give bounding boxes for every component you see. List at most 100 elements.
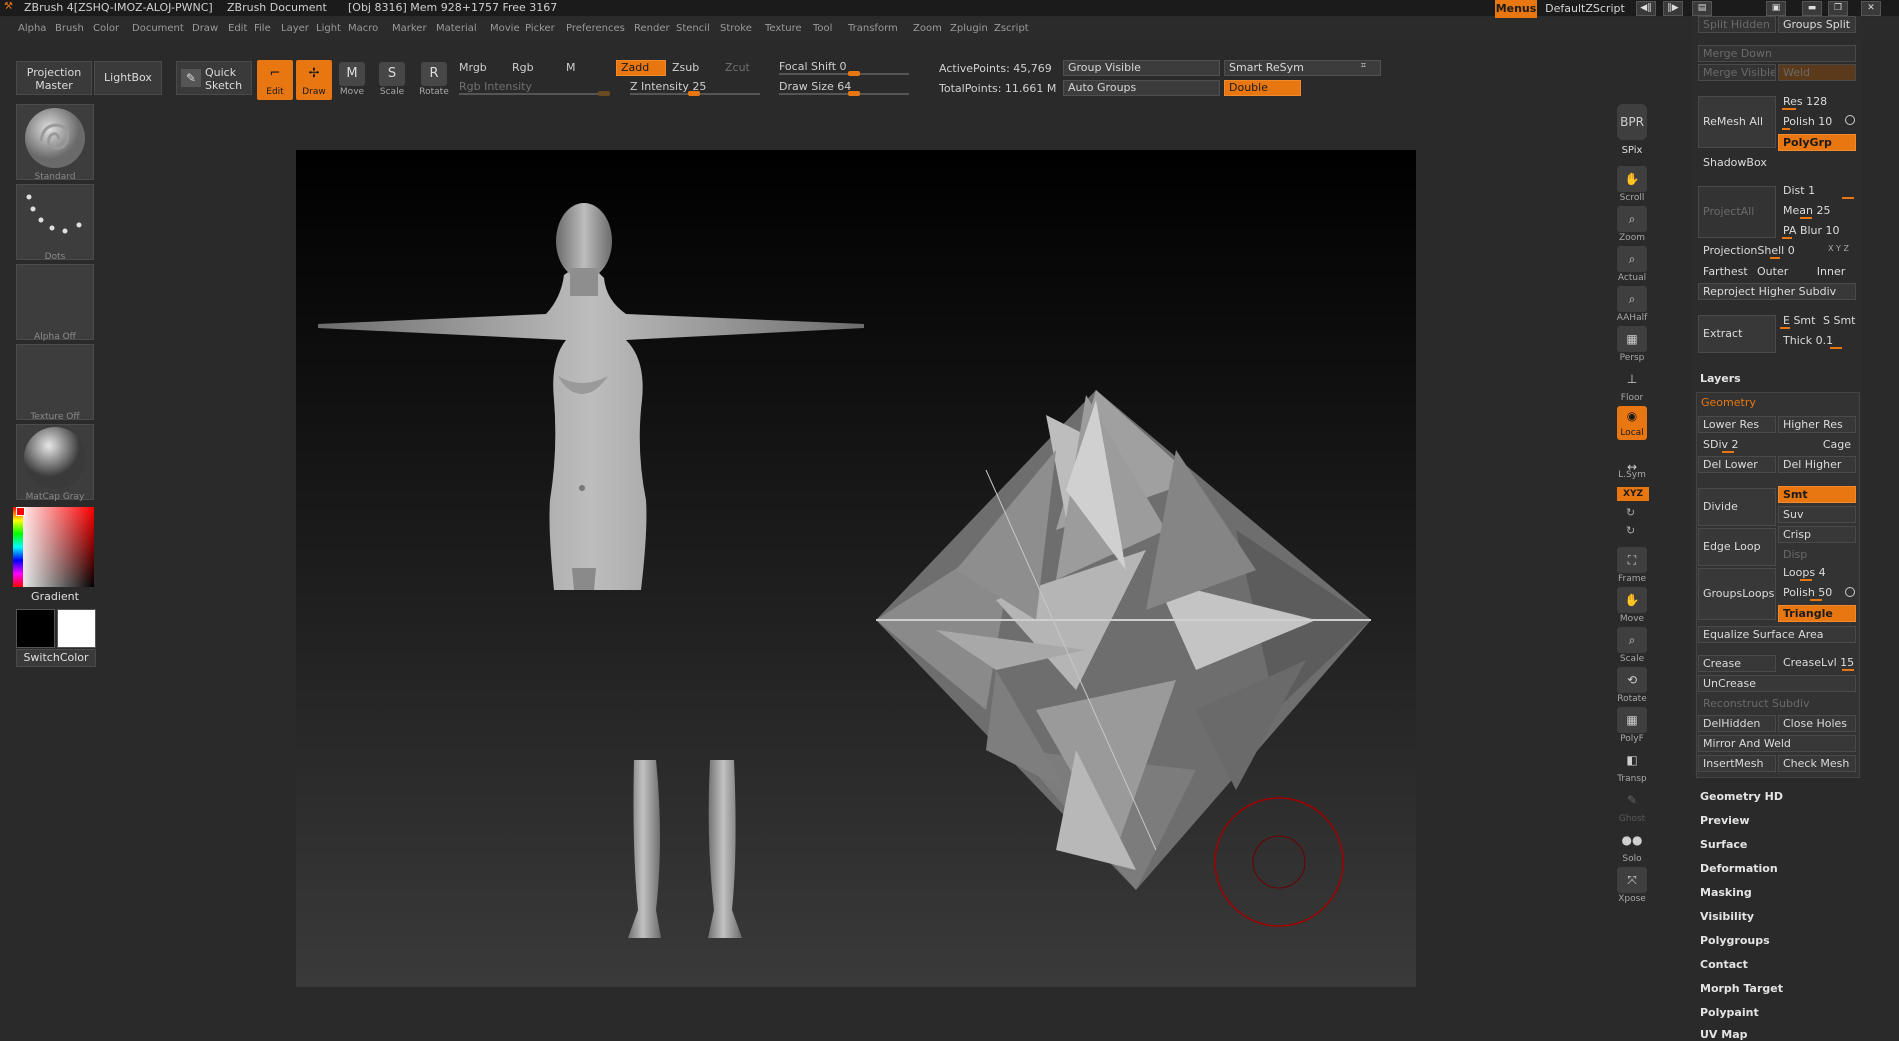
rotate-view-button[interactable]: ⟲ Rotate xyxy=(1614,667,1650,704)
focal-shift-knob[interactable] xyxy=(848,71,860,76)
color-picker-square[interactable] xyxy=(13,507,94,587)
ghost-button[interactable]: ✎ Ghost xyxy=(1614,787,1650,824)
polish-circle-icon[interactable] xyxy=(1845,115,1855,125)
equalize-surface-area-button[interactable]: Equalize Surface Area xyxy=(1698,626,1856,643)
rgb-intensity-knob[interactable] xyxy=(598,91,610,96)
rotate-axis-alt-icon[interactable]: ↻ xyxy=(1626,524,1635,537)
thick-slider[interactable]: Thick 0.1 xyxy=(1778,332,1856,349)
loops-slider[interactable]: Loops 4 xyxy=(1778,564,1856,581)
crease-button[interactable]: Crease xyxy=(1698,655,1776,672)
suv-toggle[interactable]: Suv xyxy=(1778,506,1856,523)
projection-xyz-toggle[interactable]: X Y Z xyxy=(1828,244,1849,253)
script-play-icon[interactable]: ‖▶ xyxy=(1663,1,1683,16)
menu-color[interactable]: Color xyxy=(93,23,119,34)
z-intensity-knob[interactable] xyxy=(688,91,700,96)
menu-draw[interactable]: Draw xyxy=(192,23,218,34)
bpr-render-button[interactable]: BPR xyxy=(1614,104,1650,140)
spix-slider[interactable]: SPix xyxy=(1614,144,1650,156)
move-mode-button[interactable]: M Move xyxy=(334,60,370,100)
viewport-scene[interactable] xyxy=(296,150,1416,987)
draw-size-slider[interactable]: Draw Size 64 xyxy=(779,80,851,93)
uncrease-button[interactable]: UnCrease xyxy=(1698,675,1856,692)
geometry-subpalette-title[interactable]: Geometry xyxy=(1701,396,1756,409)
crisp-toggle[interactable]: Crisp xyxy=(1778,526,1856,543)
zsub-toggle[interactable]: Zsub xyxy=(672,61,699,74)
floor-button[interactable]: ⊥ Floor xyxy=(1614,366,1650,403)
default-zscript-button[interactable]: DefaultZScript xyxy=(1540,0,1630,18)
del-hidden-button[interactable]: DelHidden xyxy=(1698,715,1776,732)
zoom-button[interactable]: ⌕ Zoom xyxy=(1614,206,1650,243)
divide-button[interactable]: Divide xyxy=(1698,488,1776,526)
farthest-toggle[interactable]: Farthest xyxy=(1698,263,1754,280)
triangle-toggle[interactable]: Triangle xyxy=(1778,605,1856,622)
rotate-mode-button[interactable]: R Rotate xyxy=(416,60,452,100)
morph-target-section[interactable]: Morph Target xyxy=(1700,982,1783,995)
draw-size-knob[interactable] xyxy=(848,91,860,96)
masking-section[interactable]: Masking xyxy=(1700,886,1752,899)
rgb-toggle[interactable]: Rgb xyxy=(512,61,534,74)
human-legs-mesh[interactable] xyxy=(628,760,742,938)
material-slot[interactable] xyxy=(16,424,94,500)
del-higher-button[interactable]: Del Higher xyxy=(1778,456,1856,473)
rotate-axis-icon[interactable]: ↻ xyxy=(1626,506,1635,519)
xyz-axis-toggle[interactable]: XYZ xyxy=(1617,487,1649,501)
scroll-button[interactable]: ✋ Scroll xyxy=(1614,166,1650,203)
contact-section[interactable]: Contact xyxy=(1700,958,1748,971)
preview-section[interactable]: Preview xyxy=(1700,814,1750,827)
texture-slot[interactable] xyxy=(16,344,94,420)
maximize-icon[interactable]: ❐ xyxy=(1828,1,1848,16)
reconstruct-subdiv-button[interactable]: Reconstruct Subdiv xyxy=(1698,695,1856,712)
smart-resym-button[interactable]: Smart ReSym ⌗ xyxy=(1224,60,1381,76)
secondary-color-swatch[interactable] xyxy=(16,609,55,648)
disp-slider[interactable]: Disp xyxy=(1778,546,1856,563)
move-view-button[interactable]: ✋ Move xyxy=(1614,587,1650,624)
del-lower-button[interactable]: Del Lower xyxy=(1698,456,1776,473)
uv-map-section[interactable]: UV Map xyxy=(1700,1028,1748,1041)
mirror-and-weld-button[interactable]: Mirror And Weld xyxy=(1698,735,1856,752)
polygroups-section[interactable]: Polygroups xyxy=(1700,934,1770,947)
outer-toggle[interactable]: Outer xyxy=(1752,263,1802,280)
primary-color-swatch[interactable] xyxy=(57,609,96,648)
document-canvas[interactable] xyxy=(296,150,1416,987)
transparency-button[interactable]: ◧ Transp xyxy=(1614,747,1650,784)
menu-brush[interactable]: Brush xyxy=(55,23,84,34)
polygrp-toggle[interactable]: PolyGrp xyxy=(1778,134,1856,151)
menu-layer[interactable]: Layer xyxy=(281,23,309,34)
layout-icon[interactable]: ▤ xyxy=(1692,1,1712,16)
inner-toggle[interactable]: Inner xyxy=(1802,263,1856,280)
menu-render[interactable]: Render xyxy=(634,23,670,34)
surface-section[interactable]: Surface xyxy=(1700,838,1747,851)
group-visible-button[interactable]: Group Visible xyxy=(1063,60,1220,76)
lower-res-button[interactable]: Lower Res xyxy=(1698,416,1776,433)
merge-down-button[interactable]: Merge Down xyxy=(1698,45,1856,62)
project-all-button[interactable]: ProjectAll xyxy=(1698,186,1776,238)
weld-toggle[interactable]: Weld xyxy=(1778,64,1856,81)
lock-icon[interactable]: ▣ xyxy=(1766,1,1786,16)
deformation-section[interactable]: Deformation xyxy=(1700,862,1778,875)
frame-button[interactable]: ⛶ Frame xyxy=(1614,547,1650,584)
alpha-slot[interactable] xyxy=(16,264,94,340)
script-rewind-icon[interactable]: ◀‖ xyxy=(1636,1,1656,16)
menu-material[interactable]: Material xyxy=(436,23,477,34)
smt-toggle[interactable]: Smt xyxy=(1778,486,1856,503)
menu-document[interactable]: Document xyxy=(132,23,184,34)
shattered-geometry-mesh[interactable] xyxy=(876,390,1371,890)
aahalf-button[interactable]: ⌕ AAHalf xyxy=(1614,286,1650,323)
merge-visible-button[interactable]: Merge Visible xyxy=(1698,64,1776,81)
menu-texture[interactable]: Texture xyxy=(765,23,802,34)
hue-strip[interactable] xyxy=(13,507,23,587)
switch-color-button[interactable]: SwitchColor xyxy=(16,649,96,667)
xpose-button[interactable]: ⤧ Xpose xyxy=(1614,867,1650,904)
menu-stencil[interactable]: Stencil xyxy=(676,23,710,34)
draw-mode-button[interactable]: ✢ Draw xyxy=(296,60,332,100)
menu-picker[interactable]: Picker xyxy=(525,23,555,34)
gradient-toggle[interactable]: Gradient xyxy=(16,590,94,603)
mrgb-toggle[interactable]: Mrgb xyxy=(459,61,487,74)
auto-groups-button[interactable]: Auto Groups xyxy=(1063,80,1220,96)
groups-split-button[interactable]: Groups Split xyxy=(1778,16,1856,33)
projection-master-button[interactable]: Projection Master xyxy=(16,61,92,95)
visibility-section[interactable]: Visibility xyxy=(1700,910,1754,923)
m-toggle[interactable]: M xyxy=(566,61,576,74)
close-icon[interactable]: ✕ xyxy=(1861,1,1881,16)
actual-size-button[interactable]: ⌕ Actual xyxy=(1614,246,1650,283)
